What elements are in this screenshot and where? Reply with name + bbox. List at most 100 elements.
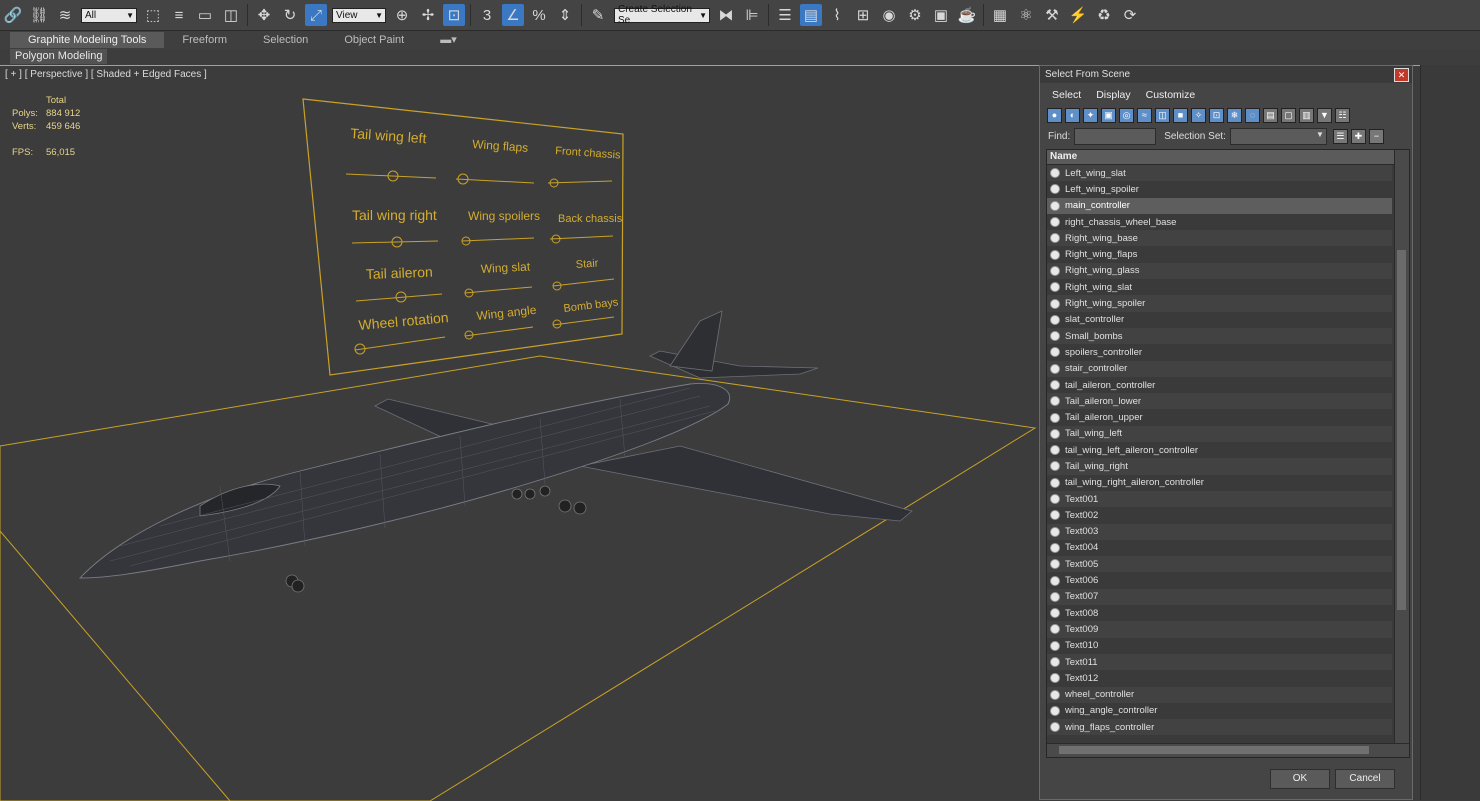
tab-graphite-modeling-tools[interactable]: Graphite Modeling Tools [10, 32, 165, 48]
list-item[interactable]: Right_wing_base [1047, 230, 1392, 247]
auto-key-icon[interactable]: ♻ [1093, 4, 1115, 26]
selection-set-edit-icon[interactable]: ☰ [1332, 128, 1348, 144]
scale-icon[interactable]: ⤢ [305, 4, 327, 26]
list-item[interactable]: Right_wing_flaps [1047, 246, 1392, 262]
window-crossing-icon[interactable]: ◫ [220, 4, 242, 26]
layer-manager-icon[interactable]: ☰ [774, 4, 796, 26]
display-shapes-icon[interactable]: ◐ [1065, 107, 1080, 123]
display-spacewarps-icon[interactable]: ≈ [1137, 107, 1152, 123]
particle-view-icon[interactable]: ⚛ [1015, 4, 1037, 26]
select-all-icon[interactable]: ▤ [1263, 107, 1278, 123]
filter-options-icon[interactable]: ☷ [1335, 107, 1350, 123]
ok-button[interactable]: OK [1270, 769, 1330, 789]
list-item[interactable]: stair_controller [1047, 360, 1392, 377]
list-item[interactable]: wing_angle_controller [1047, 703, 1392, 719]
percent-snap-icon[interactable]: % [528, 4, 550, 26]
list-item[interactable]: Tail_aileron_upper [1047, 409, 1392, 425]
pivot-center-icon[interactable]: ⊕ [391, 4, 413, 26]
scroll-thumb[interactable] [1397, 250, 1406, 610]
tab-selection[interactable]: Selection [245, 32, 326, 48]
list-item[interactable]: Left_wing_spoiler [1047, 181, 1392, 197]
list-item[interactable]: Text002 [1047, 507, 1392, 523]
list-item[interactable]: tail_wing_left_aileron_controller [1047, 442, 1392, 458]
list-item[interactable]: Text011 [1047, 653, 1392, 671]
select-object-icon[interactable]: ⬚ [142, 4, 164, 26]
tab-object-paint[interactable]: Object Paint [326, 32, 422, 48]
dialog-title-bar[interactable]: Select From Scene ✕ [1040, 66, 1412, 83]
move-icon[interactable]: ✥ [253, 4, 275, 26]
selection-set-remove-icon[interactable]: − [1368, 128, 1384, 144]
material-editor-icon[interactable]: ◉ [878, 4, 900, 26]
set-key-icon[interactable]: ⟳ [1119, 4, 1141, 26]
keyboard-shortcut-override-icon[interactable]: ⊡ [443, 4, 465, 26]
ribbon-options-icon[interactable]: ▬▾ [422, 32, 475, 48]
reactor-icon[interactable]: ⚒ [1041, 4, 1063, 26]
list-item[interactable]: tail_aileron_controller [1047, 377, 1392, 393]
mirror-icon[interactable]: ⧓ [715, 4, 737, 26]
list-item[interactable]: Text001 [1047, 490, 1392, 508]
render-setup-icon[interactable]: ⚙ [904, 4, 926, 26]
menu-display[interactable]: Display [1096, 89, 1130, 101]
named-selection-dropdown[interactable]: Create Selection Se ▼ [614, 4, 710, 26]
select-none-icon[interactable]: ▢ [1281, 107, 1296, 123]
select-invert-icon[interactable]: ▥ [1299, 107, 1314, 123]
aircraft-model[interactable] [78, 310, 913, 593]
display-xrefs-icon[interactable]: ■ [1173, 107, 1188, 123]
list-item[interactable]: Text007 [1047, 588, 1392, 606]
display-cameras-icon[interactable]: ▣ [1101, 107, 1116, 123]
list-item[interactable]: wing_flaps_controller [1047, 719, 1392, 736]
display-frozen-icon[interactable]: ❄ [1227, 107, 1242, 123]
display-hidden-icon[interactable]: ◌ [1245, 107, 1260, 123]
curve-editor-icon[interactable]: ⌇ [826, 4, 848, 26]
list-item[interactable]: Right_wing_spoiler [1047, 295, 1392, 312]
rendered-frame-icon[interactable]: ▣ [930, 4, 952, 26]
reference-coord-dropdown[interactable]: View ▼ [332, 7, 386, 23]
display-geometry-icon[interactable]: ● [1047, 107, 1062, 123]
list-item[interactable]: Text009 [1047, 621, 1392, 638]
track-view-icon[interactable]: ▦ [989, 4, 1011, 26]
display-bones-icon[interactable]: ✧ [1191, 107, 1206, 123]
render-production-icon[interactable]: ☕ [956, 4, 978, 26]
bind-spacewarp-icon[interactable]: ≋ [54, 4, 76, 26]
list-item[interactable]: Text005 [1047, 556, 1392, 573]
menu-customize[interactable]: Customize [1146, 89, 1196, 101]
list-item[interactable]: tail_wing_right_aileron_controller [1047, 475, 1392, 491]
list-item[interactable]: wheel_controller [1047, 686, 1392, 703]
selection-set-add-icon[interactable]: ✚ [1350, 128, 1366, 144]
vertical-scrollbar[interactable] [1394, 150, 1409, 743]
display-groups-icon[interactable]: ◫ [1155, 107, 1170, 123]
list-item[interactable]: slat_controller [1047, 312, 1392, 328]
list-item[interactable]: Text012 [1047, 670, 1392, 686]
tab-freeform[interactable]: Freeform [164, 32, 245, 48]
align-icon[interactable]: ⊫ [741, 4, 763, 26]
snaps-toggle-icon[interactable]: 3 [476, 4, 498, 26]
select-manipulate-icon[interactable]: ✢ [417, 4, 439, 26]
angle-snap-icon[interactable]: ∠ [502, 4, 524, 26]
filter-icon[interactable]: ▼ [1317, 107, 1332, 123]
list-item[interactable]: Tail_wing_right [1047, 458, 1392, 475]
key-tangent-icon[interactable]: ⚡ [1067, 4, 1089, 26]
rotate-icon[interactable]: ↻ [279, 4, 301, 26]
list-item[interactable]: Text010 [1047, 638, 1392, 654]
list-item[interactable]: Tail_wing_left [1047, 425, 1392, 443]
list-item[interactable]: Right_wing_slat [1047, 279, 1392, 295]
list-item[interactable]: right_chassis_wheel_base [1047, 214, 1392, 230]
unlink-icon[interactable]: ⛓ [28, 4, 50, 26]
list-item[interactable]: spoilers_controller [1047, 344, 1392, 360]
list-item[interactable]: Small_bombs [1047, 327, 1392, 345]
spinner-snap-icon[interactable]: ⇕ [554, 4, 576, 26]
edit-named-sets-icon[interactable]: ✎ [587, 4, 609, 26]
list-item[interactable]: Text008 [1047, 605, 1392, 621]
display-containers-icon[interactable]: ⊡ [1209, 107, 1224, 123]
select-and-link-icon[interactable]: 🔗 [2, 4, 24, 26]
menu-select[interactable]: Select [1052, 89, 1081, 101]
tab-polygon-modeling[interactable]: Polygon Modeling [10, 49, 108, 64]
schematic-view-icon[interactable]: ⊞ [852, 4, 874, 26]
list-item[interactable]: Right_wing_glass [1047, 262, 1392, 280]
find-input[interactable] [1074, 127, 1157, 145]
rect-selection-icon[interactable]: ▭ [194, 4, 216, 26]
list-item[interactable]: Text004 [1047, 540, 1392, 556]
list-item[interactable]: Left_wing_slat [1047, 165, 1392, 182]
cancel-button[interactable]: Cancel [1335, 769, 1395, 789]
scroll-thumb[interactable] [1059, 746, 1369, 754]
